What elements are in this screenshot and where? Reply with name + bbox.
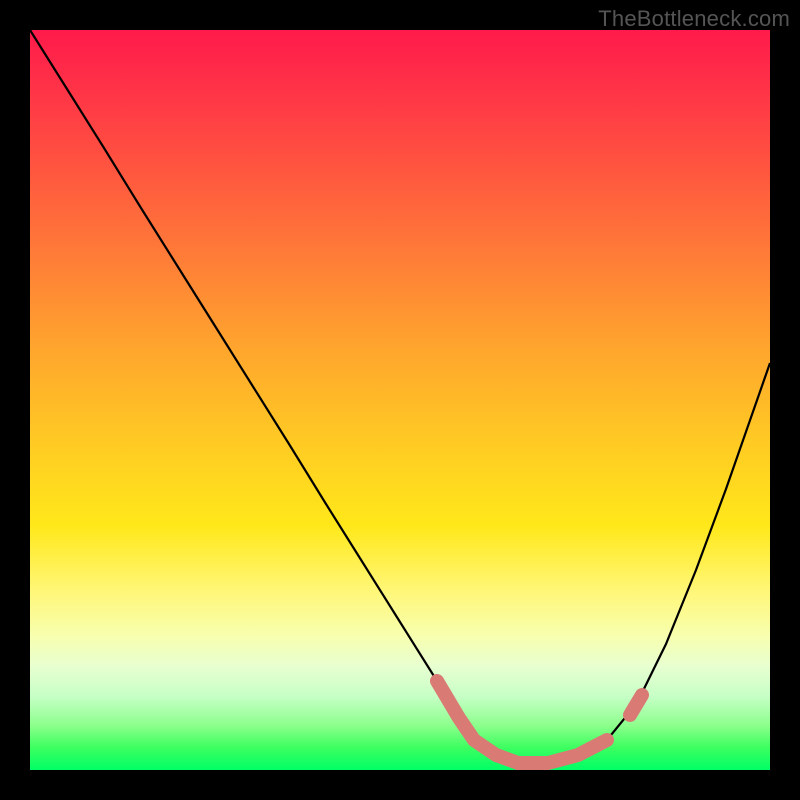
bottleneck-curve-svg	[30, 30, 770, 770]
bottleneck-curve	[30, 30, 770, 763]
trough-highlight-dot	[630, 695, 642, 715]
plot-area	[30, 30, 770, 770]
trough-highlight	[437, 681, 607, 763]
chart-frame: TheBottleneck.com	[0, 0, 800, 800]
watermark-text: TheBottleneck.com	[598, 6, 790, 32]
